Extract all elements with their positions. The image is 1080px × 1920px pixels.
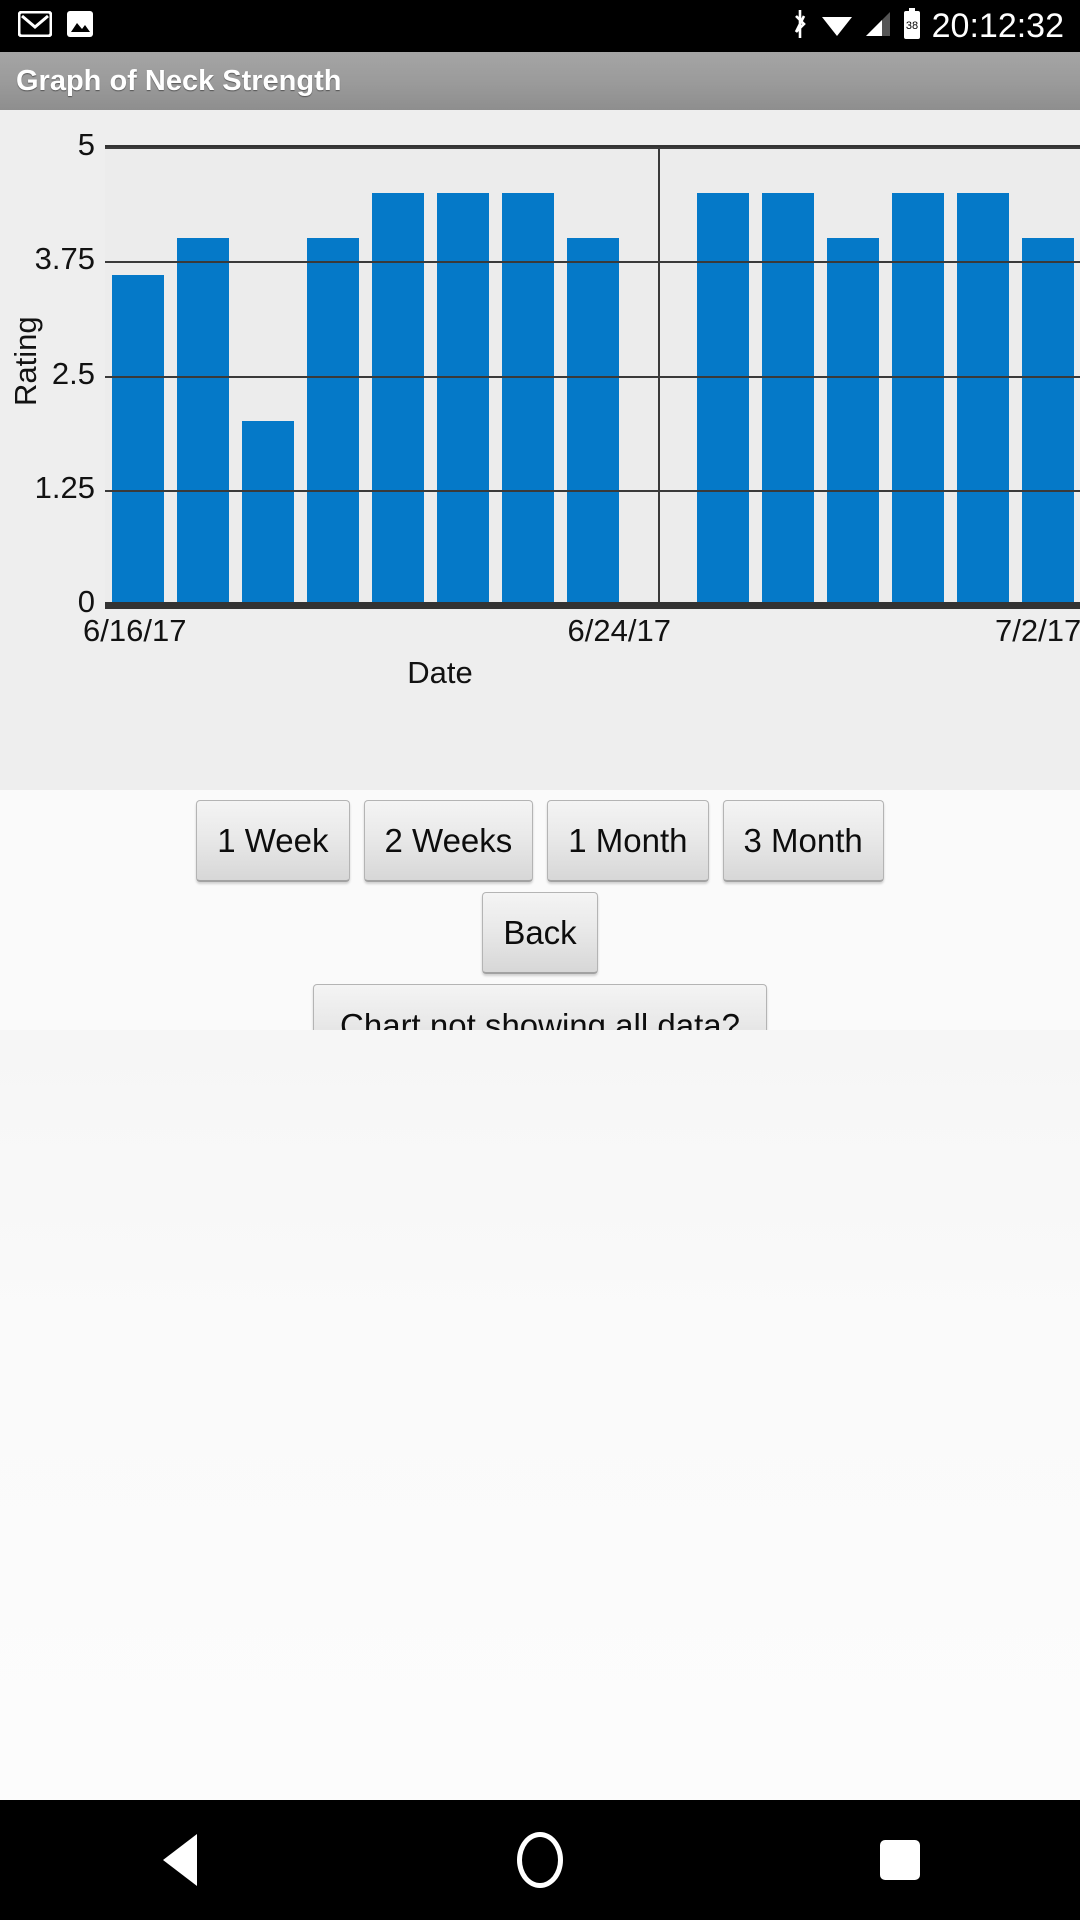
chart-bar[interactable] [761, 192, 814, 604]
chart-bar[interactable] [306, 238, 359, 604]
range-button-1-month[interactable]: 1 Month [547, 800, 709, 882]
bluetooth-icon [790, 8, 810, 45]
recents-square-icon [880, 1840, 920, 1880]
empty-space [0, 1030, 1080, 1800]
x-axis-tick-label: 6/24/17 [567, 613, 671, 648]
x-axis-labels: 6/16/17 6/24/17 7/2/17 [0, 613, 1080, 657]
chart-bar[interactable] [891, 192, 944, 604]
status-bar-left-icons [0, 10, 94, 43]
chart-bar[interactable] [566, 238, 619, 604]
chart-bar[interactable] [176, 238, 229, 604]
chart-bar[interactable] [436, 192, 489, 604]
chart-bar[interactable] [956, 192, 1009, 604]
wifi-icon [820, 10, 854, 43]
gridline-horizontal [105, 261, 1080, 264]
gridline-vertical [657, 147, 660, 604]
status-bar-clock: 20:12:32 [931, 7, 1064, 45]
range-button-1-week[interactable]: 1 Week [196, 800, 350, 882]
chart-bar[interactable] [371, 192, 424, 604]
home-circle-icon [517, 1832, 563, 1888]
y-axis-tick-label: 1.25 [34, 469, 95, 505]
app-screen: 38 20:12:32 Graph of Neck Strength 0 1.25… [0, 0, 1080, 1920]
cell-signal-icon [864, 10, 892, 43]
gridline-horizontal [105, 375, 1080, 378]
gridline-horizontal [105, 147, 1080, 149]
x-axis-tick-label: 7/2/17 [995, 613, 1080, 648]
status-bar: 38 20:12:32 [0, 0, 1080, 52]
nav-recents-button[interactable] [720, 1800, 1080, 1920]
chart-bar[interactable] [501, 192, 554, 604]
y-axis-title: Rating [8, 316, 43, 406]
battery-icon: 38 [902, 7, 922, 45]
chart-bar[interactable] [826, 238, 879, 604]
nav-home-button[interactable] [360, 1800, 720, 1920]
controls-area: 1 Week 2 Weeks 1 Month 3 Month Back Char… [0, 800, 1080, 1068]
x-axis-title-wrap: Date [0, 655, 1080, 691]
x-axis-line [105, 602, 1080, 609]
chart-container[interactable]: 0 1.25 2.5 3.75 5 Rating 6/16/17 6/24/17 7/2/1… [0, 110, 1080, 790]
chart-bar[interactable] [1021, 238, 1074, 604]
back-button-row: Back [0, 892, 1080, 974]
y-axis-tick-label: 2.5 [51, 355, 95, 391]
back-triangle-icon [163, 1834, 197, 1886]
chart-bar[interactable] [696, 192, 749, 604]
status-bar-right-icons: 38 20:12:32 [790, 0, 1080, 52]
range-button-row: 1 Week 2 Weeks 1 Month 3 Month [0, 800, 1080, 882]
plot-area [105, 145, 1080, 604]
page-title: Graph of Neck Strength [16, 64, 342, 97]
y-axis-tick-label: 5 [77, 127, 95, 162]
photos-icon [66, 10, 94, 43]
chart-bar[interactable] [241, 421, 294, 604]
battery-level: 38 [906, 20, 918, 32]
chart-canvas: 0 1.25 2.5 3.75 5 Rating 6/16/17 6/24/17 7/2/1… [0, 110, 1080, 790]
range-button-2-weeks[interactable]: 2 Weeks [363, 800, 534, 882]
back-button[interactable]: Back [482, 892, 598, 974]
nav-back-button[interactable] [0, 1800, 360, 1920]
chart-bar[interactable] [111, 274, 164, 604]
navigation-bar [0, 1800, 1080, 1920]
gridline-horizontal [105, 489, 1080, 492]
gmail-icon [17, 10, 53, 42]
y-axis-tick-label: 3.75 [34, 241, 95, 277]
action-bar: Graph of Neck Strength [0, 52, 1080, 112]
range-button-3-month[interactable]: 3 Month [722, 800, 884, 882]
x-axis-tick-label: 6/16/17 [83, 613, 187, 648]
x-axis-title: Date [407, 655, 473, 690]
